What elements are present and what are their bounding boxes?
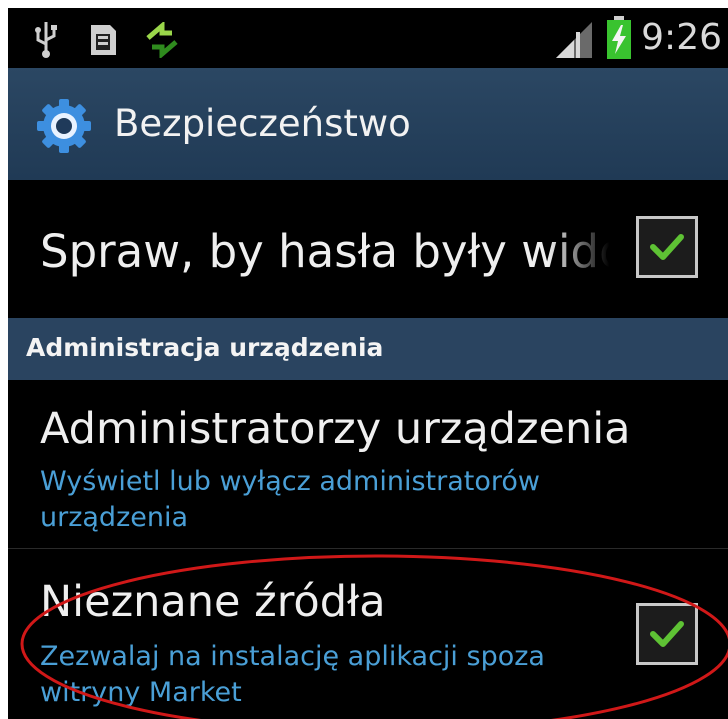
status-bar: 9:26 — [8, 8, 728, 68]
unknown-sources-subtitle: Zezwalaj na instalację aplikacji spoza w… — [40, 641, 545, 708]
unknown-sources-checkbox[interactable] — [636, 603, 698, 665]
checkmark-icon — [650, 234, 684, 260]
text-fade — [548, 210, 620, 300]
status-time: 9:26 — [641, 17, 722, 58]
signal-icon — [554, 20, 594, 64]
phone-screen: 9:26 Bezpieczeństwo Spraw, by hasła były… — [8, 8, 728, 719]
usb-icon — [32, 18, 60, 62]
section-header: Administracja urządzenia — [8, 318, 728, 380]
checkmark-icon — [650, 621, 684, 647]
unknown-sources-label: Nieznane źródła — [40, 577, 386, 627]
show-passwords-row[interactable]: Spraw, by hasła były wido — [8, 180, 728, 318]
gear-icon[interactable] — [34, 96, 94, 156]
unknown-sources-row[interactable]: Nieznane źródła Zezwalaj na instalację a… — [8, 549, 728, 719]
show-passwords-label: Spraw, by hasła były wido — [40, 225, 620, 278]
action-bar: Bezpieczeństwo — [8, 68, 728, 180]
device-admins-subtitle: Wyświetl lub wyłącz administratorów urzą… — [40, 466, 540, 533]
sync-icon — [142, 20, 182, 62]
device-admins-label: Administratorzy urządzenia — [40, 404, 631, 454]
section-header-label: Administracja urządzenia — [26, 333, 384, 362]
battery-charging-icon — [606, 16, 632, 64]
show-passwords-checkbox[interactable] — [636, 216, 698, 278]
sd-card-icon — [88, 22, 118, 62]
device-admins-row[interactable]: Administratorzy urządzenia Wyświetl lub … — [8, 380, 728, 548]
page-title: Bezpieczeństwo — [114, 102, 411, 145]
